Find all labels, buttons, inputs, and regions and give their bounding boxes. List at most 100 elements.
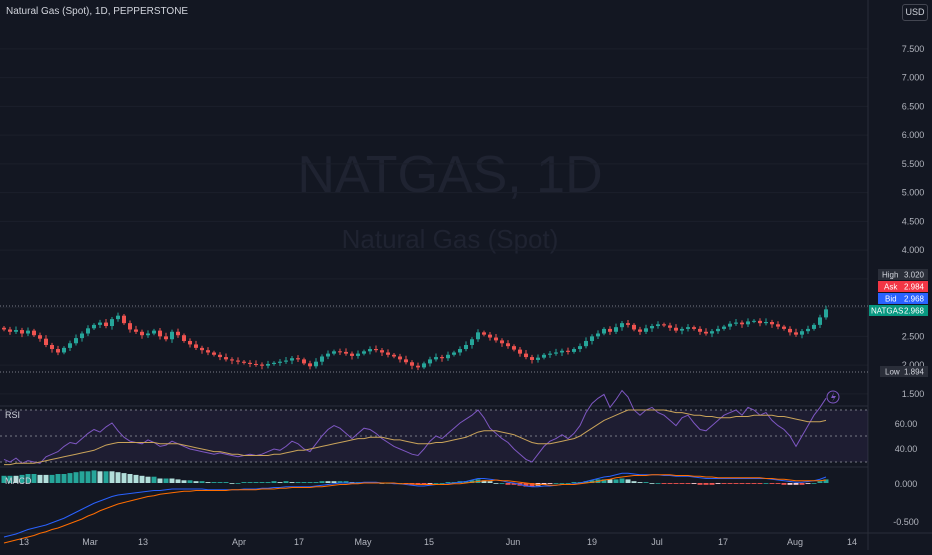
macd-bar <box>295 482 301 483</box>
candles[interactable] <box>2 305 828 371</box>
candle-body <box>56 349 60 353</box>
time-axis[interactable]: 13 Mar 13 Apr 17 May 15 Jun 19 Jul 17 Aug 14 <box>19 537 857 547</box>
candle-body <box>272 362 276 364</box>
candle-body <box>542 354 546 358</box>
chart-stage[interactable]: NATGAS, 1D Natural Gas (Spot) RSI MACD 7… <box>0 0 932 550</box>
time-label: Aug <box>787 537 803 547</box>
time-label: Mar <box>82 537 98 547</box>
macd-bar <box>223 482 229 483</box>
candle-body <box>794 332 798 335</box>
candle-body <box>338 351 342 353</box>
candle-body <box>824 309 828 318</box>
candle-body <box>92 324 96 329</box>
macd-bar <box>679 483 685 484</box>
currency-button[interactable]: USD <box>902 4 928 21</box>
candle-body <box>284 360 288 362</box>
macd-bar <box>571 482 577 483</box>
macd-bar <box>49 474 55 483</box>
candle-body <box>128 323 132 330</box>
event-marker[interactable] <box>826 390 840 404</box>
candle-body <box>740 322 744 325</box>
candle-body <box>392 354 396 357</box>
candle-body <box>74 338 78 344</box>
chart-svg[interactable]: NATGAS, 1D Natural Gas (Spot) RSI MACD 7… <box>0 0 932 550</box>
macd-tick-neg: -0.500 <box>893 517 919 527</box>
candle-body <box>596 333 600 337</box>
candle-body <box>644 328 648 332</box>
macd-bar <box>217 482 223 483</box>
price-scale[interactable]: 7.500 7.000 6.500 6.000 5.500 5.000 4.500 4.000… <box>902 44 925 399</box>
macd-bar <box>241 482 247 483</box>
last-price-label: NATGAS 2.968 <box>869 305 928 316</box>
candle-body <box>224 357 228 360</box>
macd-bar <box>445 482 451 483</box>
candle-body <box>614 327 618 332</box>
macd-bar <box>127 474 133 483</box>
macd-bar <box>235 483 241 484</box>
rsi-title: RSI <box>5 410 20 420</box>
price-tick: 2.500 <box>902 331 925 341</box>
candle-body <box>464 345 468 350</box>
macd-bar <box>643 482 649 483</box>
candle-body <box>722 326 726 329</box>
candle-body <box>560 350 564 353</box>
candle-body <box>116 315 120 320</box>
candle-body <box>584 340 588 347</box>
candle-body <box>26 330 30 334</box>
macd-bar <box>565 483 571 484</box>
macd-bar <box>85 471 91 483</box>
candle-body <box>386 352 390 355</box>
macd-bar <box>43 474 49 483</box>
candle-body <box>494 337 498 341</box>
candle-body <box>704 331 708 334</box>
macd-bar <box>439 483 445 484</box>
macd-bar <box>265 482 271 483</box>
macd-bar <box>763 483 769 484</box>
time-label: 19 <box>587 537 597 547</box>
candle-body <box>86 328 90 334</box>
candle-body <box>2 327 6 330</box>
macd-bar <box>247 482 253 483</box>
candle-body <box>158 330 162 337</box>
macd-bar <box>787 483 793 485</box>
candle-body <box>620 323 624 328</box>
candle-body <box>104 322 108 327</box>
candle-body <box>782 326 786 329</box>
candle-body <box>398 356 402 360</box>
macd-bar <box>313 482 319 483</box>
candle-body <box>488 334 492 338</box>
macd-bar <box>715 483 721 484</box>
price-tick: 6.000 <box>902 130 925 140</box>
macd-bar <box>175 479 181 483</box>
candle-body <box>746 321 750 325</box>
macd-bar <box>433 483 439 484</box>
candle-body <box>248 362 252 364</box>
candle-body <box>20 330 24 334</box>
candle-body <box>44 338 48 345</box>
macd-bar <box>121 473 127 483</box>
macd-bar <box>115 472 121 483</box>
macd-bar <box>283 481 289 483</box>
symbol-header[interactable]: Natural Gas (Spot), 1D, PEPPERSTONE <box>6 6 188 17</box>
candle-body <box>176 331 180 336</box>
macd-bar <box>181 480 187 483</box>
candle-body <box>716 328 720 332</box>
time-label: Apr <box>232 537 246 547</box>
macd-bar <box>289 482 295 483</box>
macd-bar <box>199 481 205 483</box>
candle-body <box>482 332 486 335</box>
macd-bar <box>673 483 679 484</box>
macd-bar <box>553 483 559 484</box>
macd-bar <box>145 476 151 483</box>
candle-body <box>566 350 570 352</box>
price-tick: 5.500 <box>902 159 925 169</box>
bid-label-value: 2.968 <box>904 295 925 304</box>
candle-body <box>146 333 150 336</box>
candle-body <box>278 361 282 363</box>
candle-body <box>404 359 408 363</box>
macd-bar <box>79 471 85 483</box>
bid-label: Bid 2.968 <box>878 293 928 304</box>
macd-bar <box>667 483 673 484</box>
candle-body <box>254 363 258 365</box>
candle-body <box>236 360 240 362</box>
